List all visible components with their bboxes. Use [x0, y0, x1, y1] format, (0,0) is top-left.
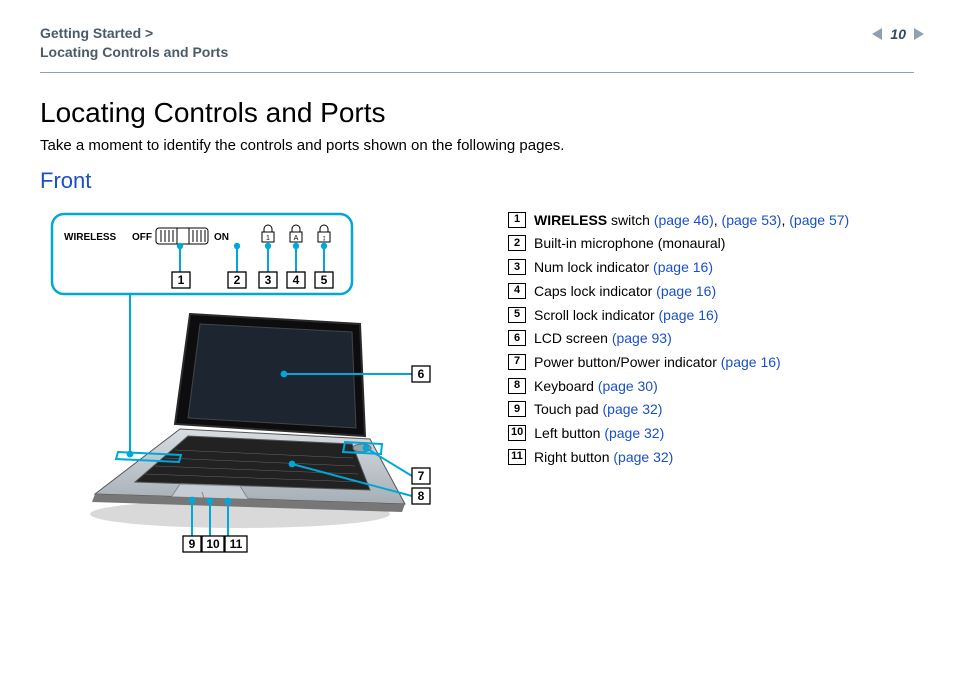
- legend-link[interactable]: (page 30): [598, 378, 658, 394]
- legend-plain-text: Touch pad: [534, 401, 603, 417]
- legend-numbox: 5: [508, 307, 526, 323]
- legend-plain-text: switch: [607, 212, 654, 228]
- legend-row-6: 6 LCD screen (page 93): [508, 328, 914, 350]
- callout-1: 1: [178, 273, 185, 287]
- legend-link[interactable]: (page 32): [603, 401, 663, 417]
- legend-text: Right button (page 32): [534, 447, 673, 469]
- legend-numbox: 3: [508, 259, 526, 275]
- callout-10: 10: [206, 537, 220, 551]
- wireless-label: WIRELESS: [64, 232, 117, 243]
- legend-numbox: 9: [508, 401, 526, 417]
- legend-link[interactable]: (page 32): [604, 425, 664, 441]
- legend-plain-text: LCD screen: [534, 330, 612, 346]
- legend-plain-text: Left button: [534, 425, 604, 441]
- page-number: 10: [890, 26, 906, 42]
- next-page-arrow-icon[interactable]: [914, 28, 924, 40]
- legend-plain-text: Num lock indicator: [534, 259, 653, 275]
- legend-numbox: 11: [508, 449, 526, 465]
- legend-row-11: 11 Right button (page 32): [508, 447, 914, 469]
- figure-front-view: WIRELESS OFF ON 1: [40, 204, 480, 564]
- legend-plain-text: Caps lock indicator: [534, 283, 656, 299]
- legend-link[interactable]: (page 93): [612, 330, 672, 346]
- legend-text: Power button/Power indicator (page 16): [534, 352, 781, 374]
- breadcrumb: Getting Started > Locating Controls and …: [40, 24, 914, 62]
- legend-row-1: 1 WIRELESS switch (page 46), (page 53), (…: [508, 210, 914, 232]
- legend-row-4: 4 Caps lock indicator (page 16): [508, 281, 914, 303]
- legend-text: Num lock indicator (page 16): [534, 257, 713, 279]
- svg-text:↕: ↕: [322, 233, 326, 242]
- legend-numbox: 4: [508, 283, 526, 299]
- legend-link[interactable]: (page 53): [722, 212, 782, 228]
- legend-row-8: 8 Keyboard (page 30): [508, 376, 914, 398]
- legend-numbox: 10: [508, 425, 526, 441]
- breadcrumb-line-2: Locating Controls and Ports: [40, 43, 914, 62]
- callout-4: 4: [293, 273, 300, 287]
- svg-text:A: A: [294, 235, 299, 242]
- legend-link[interactable]: (page 16): [653, 259, 713, 275]
- page-number-nav: 10: [872, 26, 924, 42]
- legend-plain-text: Power button/Power indicator: [534, 354, 721, 370]
- header-divider: [40, 72, 914, 73]
- callout-9: 9: [189, 537, 196, 551]
- legend-text: Keyboard (page 30): [534, 376, 658, 398]
- legend-text: Scroll lock indicator (page 16): [534, 305, 718, 327]
- page-title: Locating Controls and Ports: [40, 97, 914, 129]
- legend-row-5: 5 Scroll lock indicator (page 16): [508, 305, 914, 327]
- legend-text: WIRELESS switch (page 46), (page 53), (p…: [534, 210, 849, 232]
- legend-text: Built-in microphone (monaural): [534, 233, 725, 255]
- legend-row-7: 7 Power button/Power indicator (page 16): [508, 352, 914, 374]
- legend-text: Caps lock indicator (page 16): [534, 281, 716, 303]
- legend-bold: WIRELESS: [534, 212, 607, 228]
- on-label: ON: [214, 232, 229, 243]
- legend-numbox: 1: [508, 212, 526, 228]
- callout-7: 7: [418, 469, 425, 483]
- legend-list: 1 WIRELESS switch (page 46), (page 53), (…: [508, 204, 914, 564]
- legend-link[interactable]: (page 16): [721, 354, 781, 370]
- callout-11: 11: [230, 537, 243, 551]
- laptop-illustration: [90, 314, 405, 528]
- legend-numbox: 6: [508, 330, 526, 346]
- legend-row-10: 10 Left button (page 32): [508, 423, 914, 445]
- legend-link[interactable]: (page 46): [654, 212, 714, 228]
- legend-numbox: 2: [508, 235, 526, 251]
- legend-row-2: 2 Built-in microphone (monaural): [508, 233, 914, 255]
- section-heading: Front: [40, 168, 914, 194]
- legend-link[interactable]: (page 32): [613, 449, 673, 465]
- legend-link[interactable]: (page 57): [789, 212, 849, 228]
- legend-row-9: 9 Touch pad (page 32): [508, 399, 914, 421]
- legend-text: LCD screen (page 93): [534, 328, 672, 350]
- legend-text: Left button (page 32): [534, 423, 664, 445]
- legend-numbox: 7: [508, 354, 526, 370]
- legend-plain-text: Scroll lock indicator: [534, 307, 659, 323]
- prev-page-arrow-icon[interactable]: [872, 28, 882, 40]
- legend-row-3: 3 Num lock indicator (page 16): [508, 257, 914, 279]
- legend-link[interactable]: (page 16): [656, 283, 716, 299]
- callout-5: 5: [321, 273, 328, 287]
- legend-plain-text: Keyboard: [534, 378, 598, 394]
- callout-6: 6: [418, 367, 425, 381]
- page-intro: Take a moment to identify the controls a…: [40, 137, 914, 154]
- off-label: OFF: [132, 232, 152, 243]
- legend-link[interactable]: (page 16): [659, 307, 719, 323]
- legend-plain-text: Built-in microphone (monaural): [534, 235, 725, 251]
- callout-2: 2: [234, 273, 241, 287]
- breadcrumb-line-1: Getting Started >: [40, 24, 914, 43]
- legend-plain-text: Right button: [534, 449, 613, 465]
- legend-numbox: 8: [508, 378, 526, 394]
- legend-text: Touch pad (page 32): [534, 399, 662, 421]
- callout-3: 3: [265, 273, 272, 287]
- svg-text:1: 1: [266, 235, 270, 242]
- callout-8: 8: [418, 489, 425, 503]
